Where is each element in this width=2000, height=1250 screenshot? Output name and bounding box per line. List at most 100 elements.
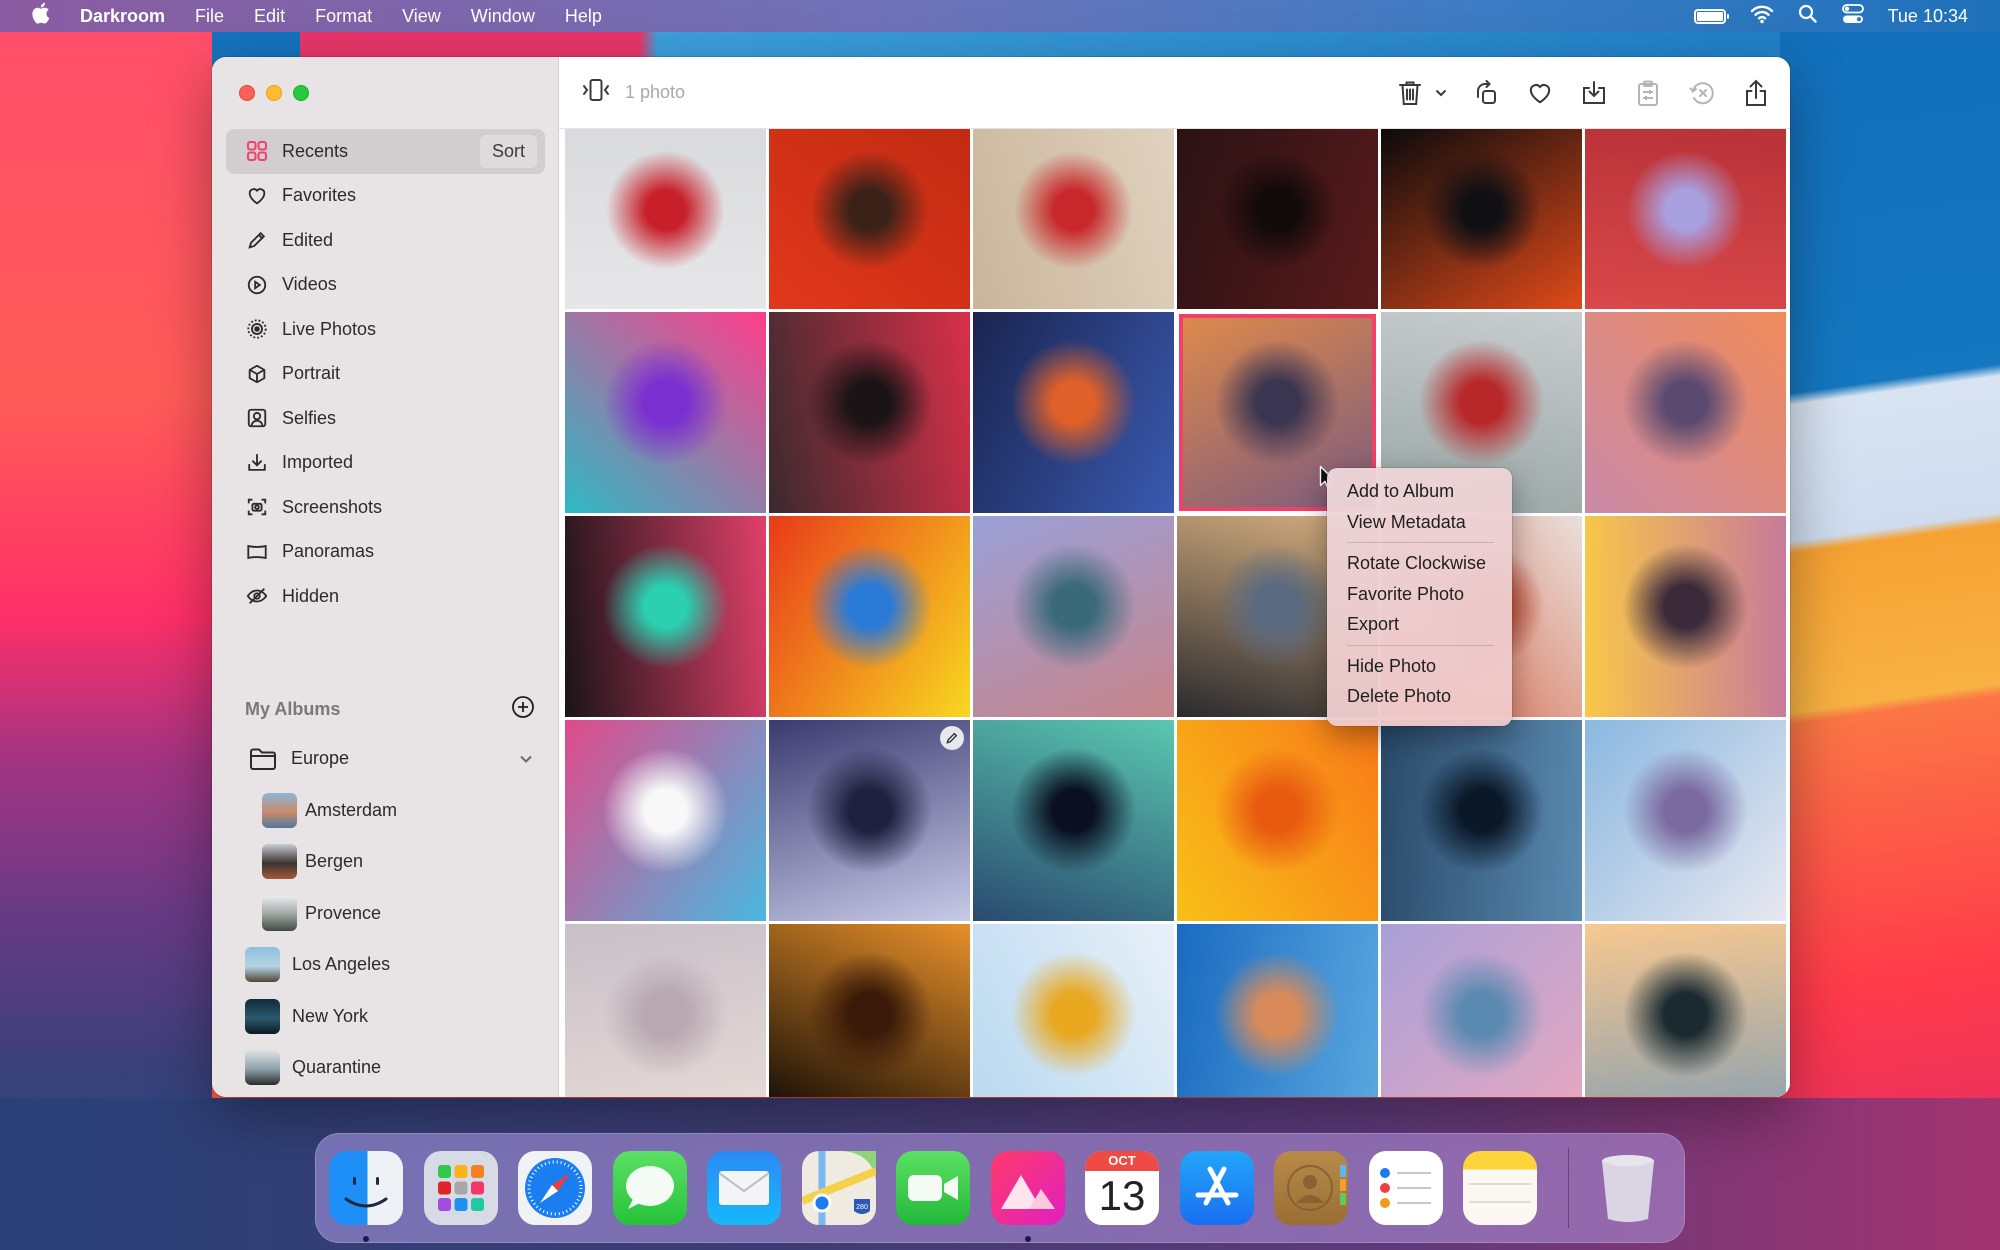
photo-thumbnail[interactable] xyxy=(1585,129,1786,309)
photo-thumbnail[interactable] xyxy=(565,924,766,1097)
album-amsterdam[interactable]: Amsterdam xyxy=(245,785,545,837)
menu-separator xyxy=(1347,542,1494,543)
sidebar-item-portrait[interactable]: Portrait xyxy=(226,352,545,397)
facetime-icon xyxy=(908,1175,958,1201)
menu-window[interactable]: Window xyxy=(471,6,535,27)
photo-thumbnail[interactable] xyxy=(769,720,970,921)
album-san-francisco[interactable]: San Francisco xyxy=(245,1094,545,1098)
close-button[interactable] xyxy=(239,85,255,101)
photo-thumbnail[interactable] xyxy=(769,924,970,1097)
trash-icon[interactable] xyxy=(1394,77,1426,109)
photo-thumbnail[interactable] xyxy=(973,129,1174,309)
chevron-down-icon[interactable] xyxy=(1434,77,1448,109)
album-los-angeles[interactable]: Los Angeles xyxy=(245,939,545,991)
photo-thumbnail[interactable] xyxy=(769,516,970,717)
album-folder-europe[interactable]: Europe xyxy=(245,733,545,785)
sidebar-item-videos[interactable]: Videos xyxy=(226,263,545,308)
dock-calendar[interactable]: OCT 13 xyxy=(1085,1151,1159,1225)
photo-thumbnail[interactable] xyxy=(565,312,766,513)
share-icon[interactable] xyxy=(1740,77,1772,109)
photo-thumbnail[interactable] xyxy=(973,924,1174,1097)
sidebar-item-imported[interactable]: Imported xyxy=(226,441,545,486)
photo-thumbnail[interactable] xyxy=(1381,720,1582,921)
dock-darkroom[interactable] xyxy=(990,1151,1065,1242)
import-icon[interactable] xyxy=(1578,77,1610,109)
context-menu: Add to Album View Metadata Rotate Clockwis… xyxy=(1327,468,1512,726)
battery-icon[interactable] xyxy=(1693,8,1729,24)
dock-finder[interactable] xyxy=(329,1151,403,1242)
context-menu-item-add-to-album[interactable]: Add to Album xyxy=(1327,476,1512,507)
album-new-york[interactable]: New York xyxy=(245,991,545,1043)
sidebar-item-edited[interactable]: Edited xyxy=(226,218,545,263)
rotate-icon[interactable] xyxy=(1470,77,1502,109)
control-center-icon[interactable] xyxy=(1841,3,1864,29)
dock-trash[interactable] xyxy=(1591,1151,1665,1225)
dock-facetime[interactable] xyxy=(896,1151,970,1225)
spotlight-search-icon[interactable] xyxy=(1798,4,1818,29)
photo-thumbnail[interactable] xyxy=(769,312,970,513)
context-menu-item-view-metadata[interactable]: View Metadata xyxy=(1327,507,1512,538)
dock-safari[interactable] xyxy=(518,1151,592,1225)
adjustments-clipboard-icon[interactable] xyxy=(1632,77,1664,109)
heart-icon[interactable] xyxy=(1524,77,1556,109)
zoom-button[interactable] xyxy=(293,85,309,101)
dock-messages[interactable] xyxy=(612,1151,687,1225)
context-menu-item-favorite-photo[interactable]: Favorite Photo xyxy=(1327,579,1512,610)
sidebar-item-selfies[interactable]: Selfies xyxy=(226,396,545,441)
pencil-icon xyxy=(246,229,268,251)
context-menu-item-delete-photo[interactable]: Delete Photo xyxy=(1327,681,1512,712)
context-menu-item-hide-photo[interactable]: Hide Photo xyxy=(1327,651,1512,682)
photo-thumbnail[interactable] xyxy=(973,516,1174,717)
contacts-icon xyxy=(1287,1165,1346,1211)
sidebar-item-screenshots[interactable]: Screenshots xyxy=(226,485,545,530)
add-album-icon[interactable] xyxy=(511,695,535,724)
photo-thumbnail[interactable] xyxy=(1177,924,1378,1097)
photo-thumbnail[interactable] xyxy=(1381,924,1582,1097)
photo-thumbnail[interactable] xyxy=(565,516,766,717)
sidebar-item-live-photos[interactable]: Live Photos xyxy=(226,307,545,352)
album-quarantine[interactable]: Quarantine xyxy=(245,1042,545,1094)
apple-menu-icon[interactable] xyxy=(0,1,80,31)
photo-thumbnail[interactable] xyxy=(1177,129,1378,309)
context-menu-item-export[interactable]: Export xyxy=(1327,609,1512,640)
photo-thumbnail[interactable] xyxy=(1585,312,1786,513)
sidebar-item-hidden[interactable]: Hidden xyxy=(226,574,545,619)
sidebar-item-panoramas[interactable]: Panoramas xyxy=(226,530,545,575)
context-menu-item-rotate-clockwise[interactable]: Rotate Clockwise xyxy=(1327,548,1512,579)
revert-icon[interactable] xyxy=(1686,77,1718,109)
album-provence[interactable]: Provence xyxy=(245,888,545,940)
dock-mail[interactable] xyxy=(707,1151,781,1225)
sort-button[interactable]: Sort xyxy=(479,135,537,168)
wifi-icon[interactable] xyxy=(1750,4,1774,29)
photo-thumbnail[interactable] xyxy=(973,312,1174,513)
photo-thumbnail[interactable] xyxy=(1381,129,1582,309)
chevron-down-icon[interactable] xyxy=(519,748,533,769)
minimize-button[interactable] xyxy=(266,85,282,101)
photo-thumbnail[interactable] xyxy=(769,129,970,309)
photo-thumbnail[interactable] xyxy=(1585,924,1786,1097)
menu-app-name[interactable]: Darkroom xyxy=(80,6,165,27)
dock-reminders[interactable] xyxy=(1368,1151,1443,1225)
sidebar-item-favorites[interactable]: Favorites xyxy=(226,174,545,219)
sidebar-item-recents[interactable]: Recents Sort xyxy=(226,129,545,174)
menu-view[interactable]: View xyxy=(402,6,441,27)
photo-thumbnail[interactable] xyxy=(565,720,766,921)
menu-file[interactable]: File xyxy=(195,6,224,27)
menu-help[interactable]: Help xyxy=(565,6,602,27)
dock-maps[interactable]: 280 xyxy=(799,1151,878,1225)
menu-edit[interactable]: Edit xyxy=(254,6,285,27)
dock-contacts[interactable] xyxy=(1274,1151,1348,1225)
photo-thumbnail[interactable] xyxy=(973,720,1174,921)
dock-launchpad[interactable] xyxy=(423,1151,498,1225)
photo-thumbnail[interactable] xyxy=(565,129,766,309)
menu-format[interactable]: Format xyxy=(315,6,372,27)
dock-app-store[interactable] xyxy=(1179,1151,1254,1225)
menu-clock[interactable]: Tue 10:34 xyxy=(1888,6,1968,27)
photo-thumbnail[interactable] xyxy=(1177,720,1378,921)
album-bergen[interactable]: Bergen xyxy=(245,836,545,888)
dock-notes[interactable] xyxy=(1463,1151,1537,1225)
fit-view-icon[interactable] xyxy=(581,77,611,108)
photo-thumbnail[interactable] xyxy=(1585,516,1786,717)
photo-thumbnail[interactable] xyxy=(1585,720,1786,921)
window-controls xyxy=(239,85,309,101)
